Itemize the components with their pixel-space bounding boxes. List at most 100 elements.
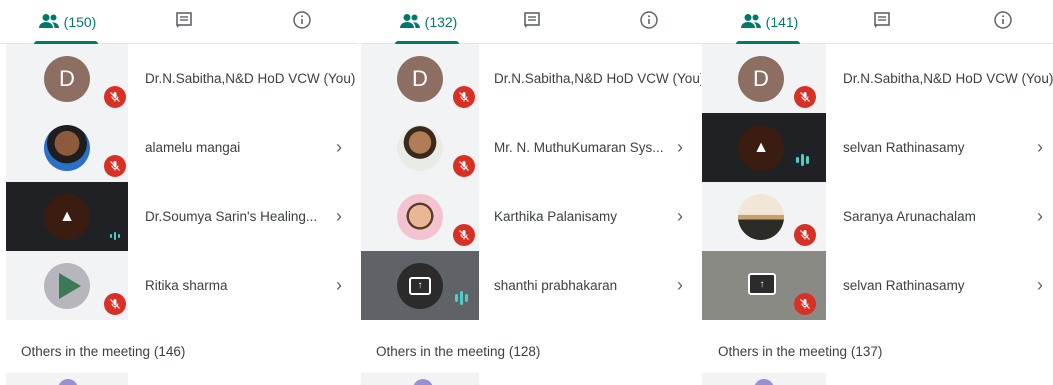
avatar: ↑ [397,263,443,309]
others-section-header: Others in the meeting (146) [21,344,186,359]
tab-chat[interactable] [164,0,204,44]
avatar: D [397,56,443,102]
chevron-right-icon[interactable]: › [336,113,342,182]
info-icon [993,10,1013,35]
chevron-right-icon[interactable]: › [1037,182,1043,251]
participant-tile [6,373,128,385]
audio-level-icon [796,153,809,167]
avatar [754,379,774,385]
audio-level-icon [455,291,468,305]
people-count: (132) [424,14,458,30]
avatar: ▲ [738,125,784,171]
participants-panel-2: (132) D Dr.N.Sabitha,N&D HoD VCW (You) M… [361,0,701,385]
people-icon [740,13,762,32]
participant-row[interactable]: Ritika sharma › [0,251,358,320]
tab-bar: (132) [361,0,701,44]
tab-people[interactable]: (141) [724,0,814,44]
people-count: (150) [63,14,97,30]
tab-bar: (141) [702,0,1053,44]
chevron-right-icon[interactable]: › [1037,113,1043,182]
participant-name: Karthika Palanisamy [494,209,618,224]
participant-name: selvan Rathinasamy [843,140,965,155]
participant-tile [702,182,826,251]
participant-tile: ▲ [702,113,826,182]
chevron-right-icon[interactable]: › [336,182,342,251]
chevron-right-icon[interactable]: › [677,113,683,182]
participant-row[interactable]: Saranya Arunachalam › [702,182,1053,251]
participant-name: alamelu mangai [145,140,241,155]
participant-row[interactable]: ▲ Dr.Soumya Sarin's Healing... › [0,182,358,251]
mic-off-icon [104,293,126,315]
info-icon [292,10,312,35]
avatar [397,194,443,240]
tab-info[interactable] [282,0,322,44]
mic-off-icon [453,86,475,108]
participant-tile: ↑ [702,251,826,320]
avatar: D [44,56,90,102]
participant-row[interactable]: ↑ selvan Rathinasamy › [702,251,1053,320]
avatar [397,125,443,171]
avatar: ▲ [44,194,90,240]
tab-chat[interactable] [862,0,902,44]
participant-row[interactable]: Karthika Palanisamy › [361,182,701,251]
participant-tile [6,113,128,182]
participant-name: Dr.N.Sabitha,N&D HoD VCW (You) [494,71,701,86]
participant-row[interactable]: Mr. N. MuthuKumaran Sys... › [361,113,701,182]
participant-row[interactable]: D Dr.N.Sabitha,N&D HoD VCW (You) [0,44,358,113]
chevron-right-icon[interactable]: › [336,251,342,320]
participant-tile: ↑ [361,251,479,320]
participant-name: Ritika sharma [145,278,228,293]
avatar [44,125,90,171]
participants-panel-3: (141) D Dr.N.Sabitha,N&D HoD VCW (You) ▲… [702,0,1053,385]
participant-name: Dr.Soumya Sarin's Healing... [145,209,318,224]
chat-icon [872,10,892,35]
mic-off-icon [794,293,816,315]
pin-icon: ▲ [59,208,75,225]
participant-row[interactable]: ▲ selvan Rathinasamy › [702,113,1053,182]
tab-bar: (150) [0,0,358,44]
mic-off-icon [794,86,816,108]
participant-name: Dr.N.Sabitha,N&D HoD VCW (You) [145,71,356,86]
audio-level-icon [110,229,120,243]
participant-tile [361,113,479,182]
participant-tile: D [361,44,479,113]
avatar [413,379,433,385]
avatar: D [738,56,784,102]
people-count: (141) [765,14,799,30]
participant-row[interactable]: alamelu mangai › [0,113,358,182]
chevron-right-icon[interactable]: › [1037,251,1043,320]
tab-info[interactable] [629,0,669,44]
mic-off-icon [453,224,475,246]
participant-tile [361,373,479,385]
participant-tile [361,182,479,251]
others-section-header: Others in the meeting (137) [718,344,883,359]
participant-tile: D [702,44,826,113]
tab-info[interactable] [983,0,1023,44]
chevron-right-icon[interactable]: › [677,251,683,320]
tab-chat[interactable] [512,0,552,44]
chevron-right-icon[interactable]: › [677,182,683,251]
avatar [738,194,784,240]
presenting-icon: ↑ [748,273,776,295]
participant-name: Mr. N. MuthuKumaran Sys... [494,140,664,155]
participants-panel-1: (150) D Dr.N.Sabitha,N&D HoD VCW (You) a… [0,0,358,385]
chat-icon [174,10,194,35]
tab-people[interactable]: (132) [383,0,473,44]
tab-people[interactable]: (150) [22,0,112,44]
participant-name: Dr.N.Sabitha,N&D HoD VCW (You) [843,71,1053,86]
info-icon [639,10,659,35]
participant-name: shanthi prabhakaran [494,278,618,293]
participant-tile [6,251,128,320]
participant-name: selvan Rathinasamy [843,278,965,293]
others-section-header: Others in the meeting (128) [376,344,541,359]
mic-off-icon [104,86,126,108]
participant-name: Saranya Arunachalam [843,209,976,224]
presenting-icon: ↑ [409,277,431,295]
participant-row[interactable]: D Dr.N.Sabitha,N&D HoD VCW (You) [361,44,701,113]
participant-tile [702,373,826,385]
participant-row[interactable]: ↑ shanthi prabhakaran › [361,251,701,320]
mic-off-icon [794,224,816,246]
participant-row[interactable]: D Dr.N.Sabitha,N&D HoD VCW (You) [702,44,1053,113]
chat-icon [522,10,542,35]
pin-icon: ▲ [753,139,769,156]
